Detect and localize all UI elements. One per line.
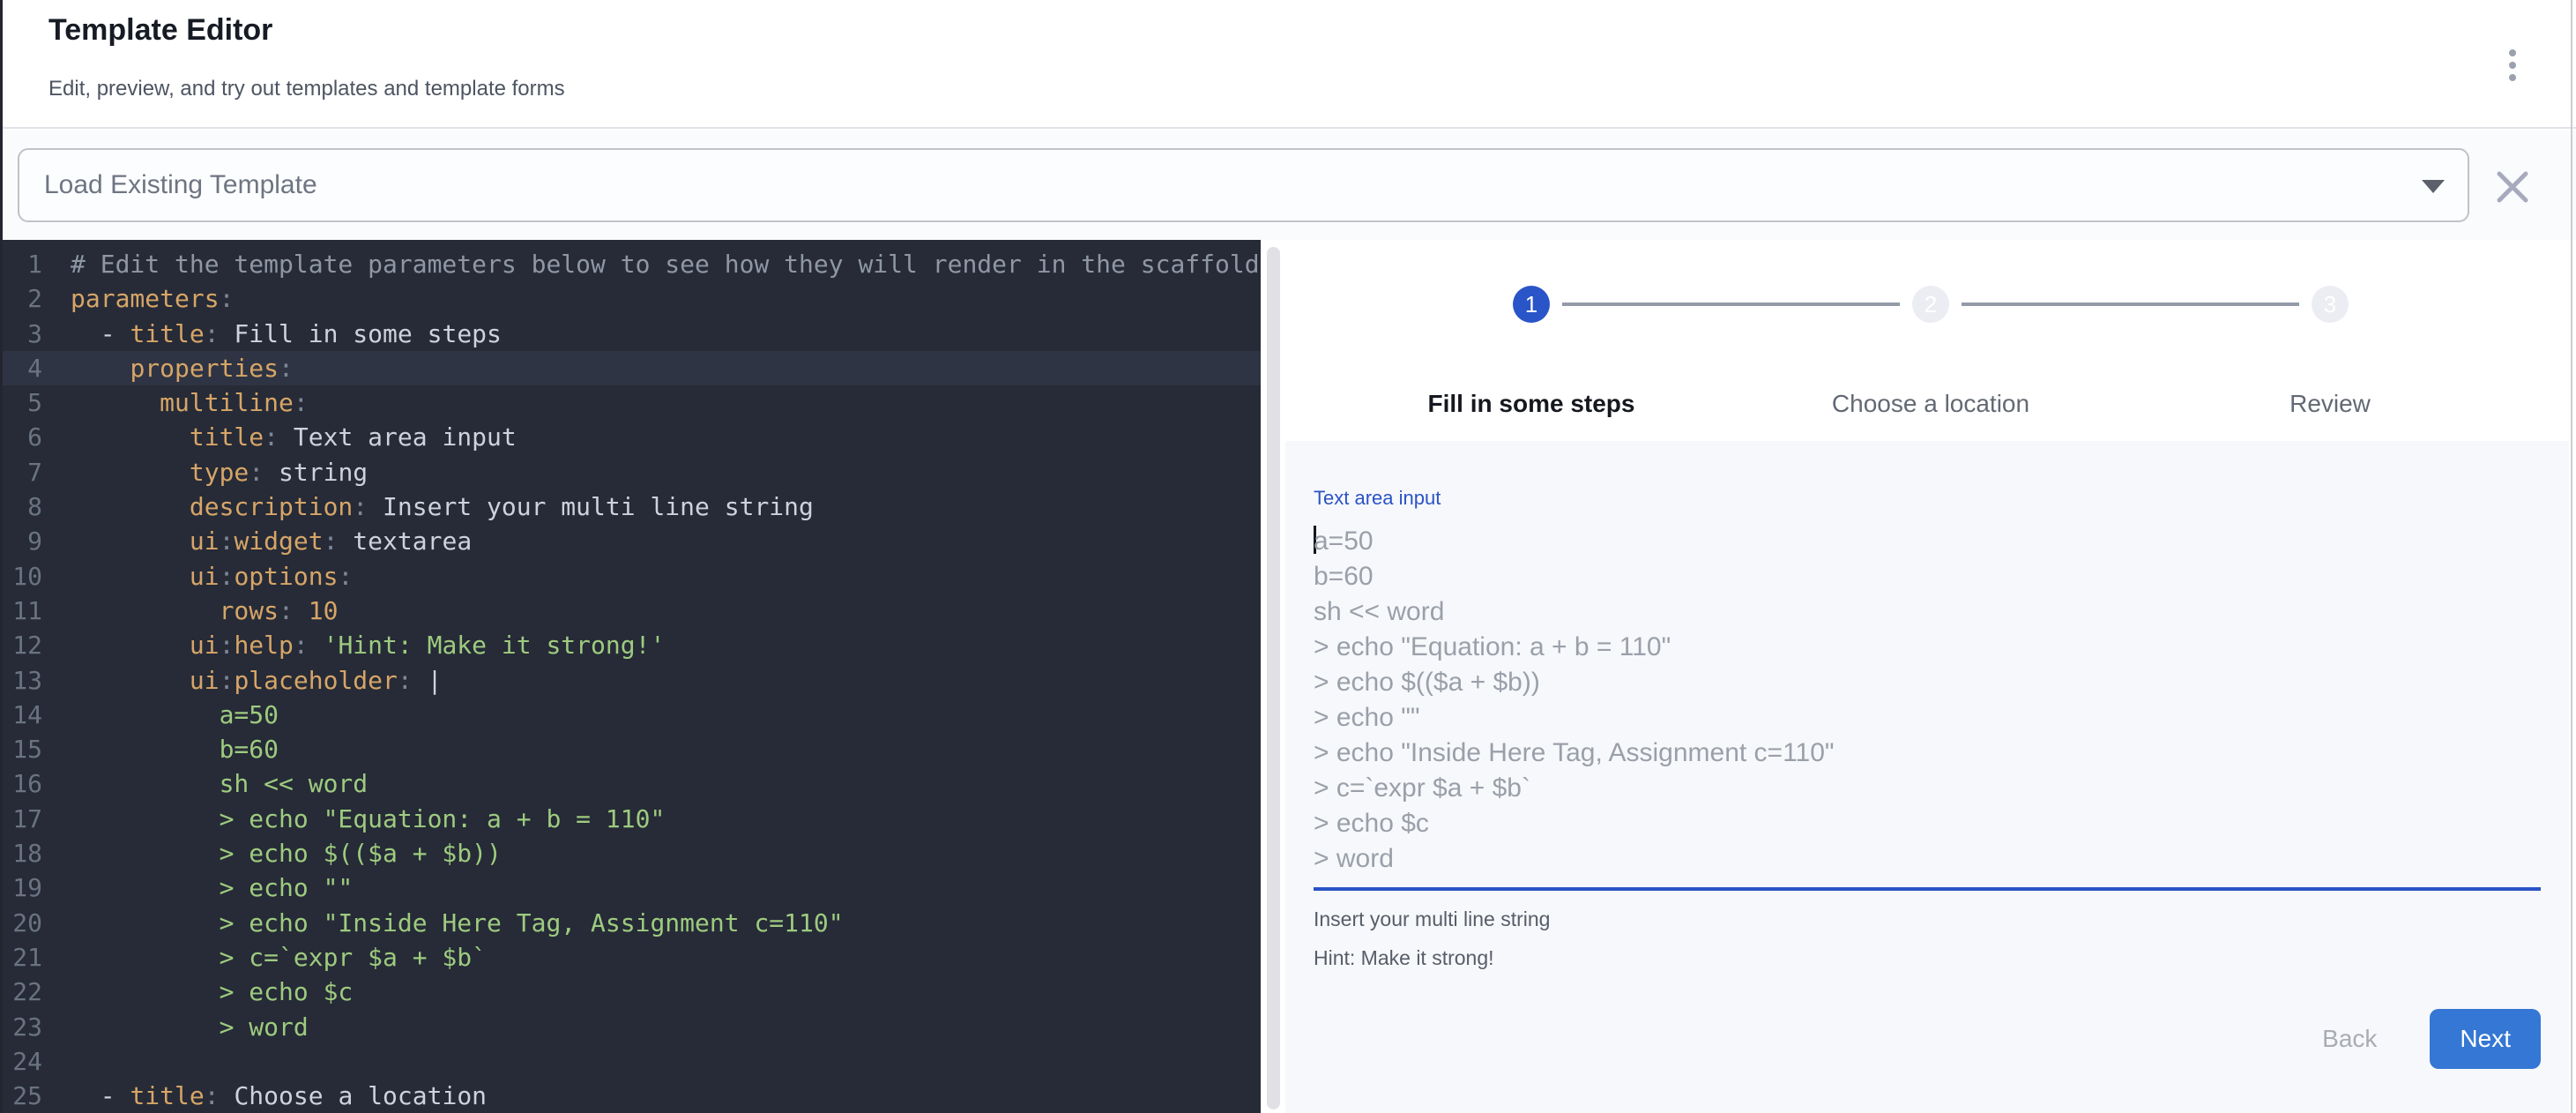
load-template-select[interactable]: Load Existing Template <box>18 148 2469 222</box>
template-preview-panel: 1 2 3 Fill in some steps Choose a location R… <box>1285 240 2576 1113</box>
code-line[interactable]: 14 a=50 <box>0 698 1261 732</box>
line-number: 2 <box>0 281 49 316</box>
text-cursor <box>1314 526 1316 554</box>
code-line[interactable]: 7 type: string <box>0 455 1261 489</box>
line-number: 1 <box>0 247 49 281</box>
textarea-input[interactable]: a=50b=60sh << word> echo "Equation: a + … <box>1314 524 2541 891</box>
code-line[interactable]: 18 > echo $(($a + $b)) <box>0 836 1261 870</box>
line-number: 3 <box>0 317 49 351</box>
code-line[interactable]: 16 sh << word <box>0 766 1261 801</box>
back-button[interactable]: Back <box>2310 1018 2389 1060</box>
code-line[interactable]: 11 rows: 10 <box>0 594 1261 628</box>
step-connector <box>1562 303 1900 306</box>
line-number: 19 <box>0 870 49 905</box>
template-editor-page: Template Editor Edit, preview, and try o… <box>0 0 2576 1113</box>
code-line[interactable]: 10 ui:options: <box>0 559 1261 594</box>
step-circle-1: 1 <box>1513 286 1550 323</box>
page-header: Template Editor Edit, preview, and try o… <box>0 0 2576 129</box>
line-number: 13 <box>0 663 49 698</box>
line-number: 14 <box>0 698 49 732</box>
window-right-edge <box>2571 0 2572 1113</box>
line-number: 15 <box>0 732 49 766</box>
line-number: 24 <box>0 1044 49 1079</box>
yaml-code-editor[interactable]: 1# Edit the template parameters below to… <box>0 240 1261 1113</box>
code-line[interactable]: 15 b=60 <box>0 732 1261 766</box>
step-connector <box>1962 303 2299 306</box>
code-line[interactable]: 13 ui:placeholder: | <box>0 663 1261 698</box>
editor-split-view: 1# Edit the template parameters below to… <box>0 240 2576 1113</box>
field-label: Text area input <box>1314 487 2541 510</box>
code-line[interactable]: 17 > echo "Equation: a + b = 110" <box>0 802 1261 836</box>
code-line[interactable]: 19 > echo "" <box>0 870 1261 905</box>
page-title: Template Editor <box>48 7 272 53</box>
textarea-placeholder-line: sh << word <box>1314 594 2541 630</box>
code-line[interactable]: 8 description: Insert your multi line st… <box>0 489 1261 524</box>
line-number: 8 <box>0 489 49 524</box>
textarea-placeholder-line: > c=`expr $a + $b` <box>1314 771 2541 806</box>
line-number: 6 <box>0 420 49 454</box>
line-number: 18 <box>0 836 49 870</box>
textarea-placeholder-line: > echo "Equation: a + b = 110" <box>1314 630 2541 665</box>
code-line[interactable]: 1# Edit the template parameters below to… <box>0 247 1261 281</box>
clear-template-button[interactable] <box>2490 164 2535 210</box>
code-line[interactable]: 2parameters: <box>0 281 1261 316</box>
field-help-text: Hint: Make it strong! <box>1314 945 2541 970</box>
step-circle-3: 3 <box>2312 286 2349 323</box>
dropdown-caret-icon[interactable] <box>2422 180 2445 193</box>
step-circle-2: 2 <box>1912 286 1949 323</box>
step-label: Fill in some steps <box>1428 390 1635 418</box>
textarea-placeholder-line: b=60 <box>1314 559 2541 594</box>
textarea-placeholder-line: a=50 <box>1314 524 2541 559</box>
line-number: 22 <box>0 975 49 1009</box>
code-line[interactable]: 3 - title: Fill in some steps <box>0 317 1261 351</box>
line-number: 25 <box>0 1079 49 1113</box>
line-number: 20 <box>0 906 49 940</box>
code-line[interactable]: 12 ui:help: 'Hint: Make it strong!' <box>0 628 1261 662</box>
step-label: Choose a location <box>1832 390 2029 418</box>
line-number: 11 <box>0 594 49 628</box>
more-options-button[interactable] <box>2495 41 2530 90</box>
code-line[interactable]: 20 > echo "Inside Here Tag, Assignment c… <box>0 906 1261 940</box>
textarea-placeholder-line: > echo "" <box>1314 700 2541 736</box>
line-number: 5 <box>0 385 49 420</box>
code-line[interactable]: 6 title: Text area input <box>0 420 1261 454</box>
line-number: 21 <box>0 940 49 975</box>
textarea-placeholder-line: > echo "Inside Here Tag, Assignment c=11… <box>1314 736 2541 771</box>
page-subtitle: Edit, preview, and try out templates and… <box>48 74 565 104</box>
more-vert-icon <box>2507 49 2518 82</box>
code-line[interactable]: 22 > echo $c <box>0 975 1261 1009</box>
next-button[interactable]: Next <box>2430 1009 2541 1069</box>
step-label: Review <box>2289 390 2371 418</box>
load-template-placeholder: Load Existing Template <box>44 150 317 220</box>
load-template-section: Load Existing Template <box>0 131 2576 240</box>
window-left-edge <box>0 0 3 1113</box>
field-description: Insert your multi line string <box>1314 907 2541 931</box>
code-line[interactable]: 23 > word <box>0 1010 1261 1044</box>
step-form-card: Text area input a=50b=60sh << word> echo… <box>1285 441 2569 1113</box>
close-icon <box>2492 167 2533 207</box>
code-line[interactable]: 24 <box>0 1044 1261 1079</box>
code-line[interactable]: 25 - title: Choose a location <box>0 1079 1261 1113</box>
line-number: 23 <box>0 1010 49 1044</box>
code-line[interactable]: 5 multiline: <box>0 385 1261 420</box>
wizard-stepper: 1 2 3 Fill in some steps Choose a location R… <box>1285 286 2576 436</box>
code-line[interactable]: 21 > c=`expr $a + $b` <box>0 940 1261 975</box>
line-number: 16 <box>0 766 49 801</box>
line-number: 17 <box>0 802 49 836</box>
code-line[interactable]: 4 properties: <box>0 351 1261 385</box>
textarea-placeholder-line: > word <box>1314 841 2541 877</box>
line-number: 9 <box>0 524 49 558</box>
textarea-placeholder-line: > echo $(($a + $b)) <box>1314 665 2541 700</box>
line-number: 7 <box>0 455 49 489</box>
line-number: 4 <box>0 351 49 385</box>
line-number: 12 <box>0 628 49 662</box>
wizard-buttons-row: Back Next <box>1314 1009 2541 1069</box>
line-number: 10 <box>0 559 49 594</box>
pane-scrollbar-thumb[interactable] <box>1267 247 1280 1109</box>
textarea-placeholder-line: > echo $c <box>1314 806 2541 841</box>
code-line[interactable]: 9 ui:widget: textarea <box>0 524 1261 558</box>
